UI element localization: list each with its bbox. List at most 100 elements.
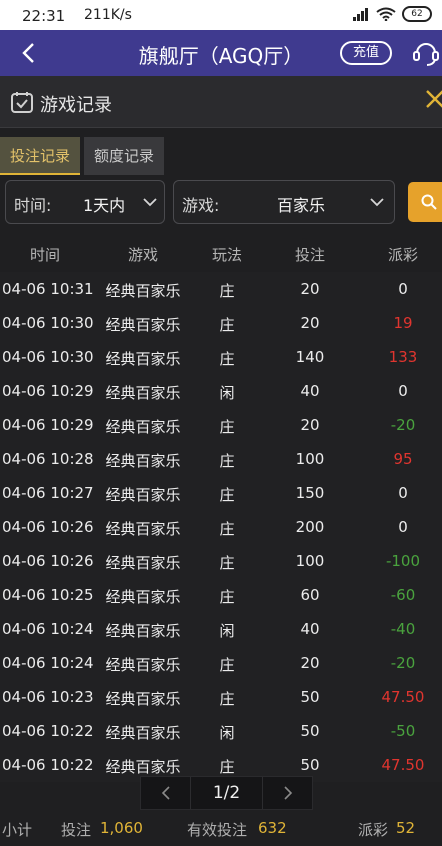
chevron-down-icon — [143, 198, 157, 207]
cell-time: 04-06 10:29 — [2, 382, 94, 400]
time-filter-value: 1天内 — [83, 196, 126, 215]
cell-time: 04-06 10:24 — [2, 654, 94, 672]
table-row: 04-06 10:24 经典百家乐 闲 40 -40 — [0, 612, 442, 646]
cell-time: 04-06 10:24 — [2, 620, 94, 638]
payout-total-label: 派彩 — [358, 821, 389, 839]
next-page-button[interactable] — [262, 777, 312, 809]
table-row: 04-06 10:26 经典百家乐 庄 100 -100 — [0, 544, 442, 578]
cell-bet: 20 — [300, 314, 320, 332]
panel-title: 游戏记录 — [40, 95, 112, 116]
cell-game: 经典百家乐 — [105, 758, 181, 776]
game-record-header: 游戏记录 — [0, 76, 442, 128]
search-button[interactable] — [408, 182, 442, 222]
subtotal-label: 小计 — [2, 821, 33, 839]
cell-play: 庄 — [219, 316, 235, 334]
cell-bet: 50 — [300, 688, 320, 706]
cell-bet: 100 — [295, 450, 325, 468]
cell-play: 闲 — [219, 622, 235, 640]
cell-play: 闲 — [219, 724, 235, 742]
cell-game: 经典百家乐 — [105, 622, 181, 640]
cell-play: 闲 — [219, 384, 235, 402]
cell-time: 04-06 10:29 — [2, 416, 94, 434]
cell-game: 经典百家乐 — [105, 724, 181, 742]
bet-total-value: 1,060 — [100, 819, 143, 837]
table-row: 04-06 10:30 经典百家乐 庄 140 133 — [0, 340, 442, 374]
cell-play: 庄 — [219, 486, 235, 504]
payout-total-value: 52 — [396, 819, 416, 837]
cell-game: 经典百家乐 — [105, 452, 181, 470]
cell-game: 经典百家乐 — [105, 316, 181, 334]
cell-payout: 0 — [398, 280, 408, 298]
bet-records-table[interactable]: 04-06 10:31 经典百家乐庄 20 0 04-06 10:30 经典百家乐庄 20 1… — [0, 272, 442, 782]
valid-bet-value: 632 — [258, 819, 287, 837]
title-bar: 旗舰厅（AGQ厅） 充值 — [0, 30, 442, 76]
calendar-check-icon — [11, 92, 33, 113]
page-indicator: 1/2 — [212, 783, 241, 803]
cell-time: 04-06 10:26 — [2, 552, 94, 570]
cell-play: 庄 — [219, 690, 235, 708]
cell-bet: 20 — [300, 416, 320, 434]
time-filter-label: 时间: — [14, 196, 52, 215]
cell-payout: 47.50 — [381, 688, 425, 706]
cell-play: 庄 — [219, 418, 235, 436]
cell-payout: -20 — [390, 416, 416, 434]
cell-payout: -40 — [390, 620, 416, 638]
cell-payout: 133 — [388, 348, 418, 366]
cell-time: 04-06 10:22 — [2, 756, 94, 774]
cell-game: 经典百家乐 — [105, 588, 181, 606]
header-bet: 投注 — [294, 246, 325, 264]
cell-play: 庄 — [219, 520, 235, 538]
cell-time: 04-06 10:28 — [2, 450, 94, 468]
header-play: 玩法 — [211, 246, 242, 264]
cell-game: 经典百家乐 — [105, 418, 181, 436]
cell-bet: 60 — [300, 586, 320, 604]
chevron-down-icon — [370, 198, 384, 207]
summary-bar: 小计 投注 1,060 有效投注 632 派彩 52 — [0, 812, 442, 846]
recharge-button[interactable]: 充值 — [340, 41, 392, 65]
pagination: 1/2 — [140, 776, 313, 810]
cell-time: 04-06 10:30 — [2, 348, 94, 366]
header-payout: 派彩 — [387, 246, 418, 264]
cell-play: 庄 — [219, 452, 235, 470]
cell-bet: 150 — [295, 484, 325, 502]
cell-bet: 140 — [295, 348, 325, 366]
cell-play: 庄 — [219, 656, 235, 674]
table-row: 04-06 10:24 经典百家乐 庄 20 -20 — [0, 646, 442, 680]
table-row: 04-06 10:22 经典百家乐 闲 50 -50 — [0, 714, 442, 748]
header-game: 游戏 — [127, 246, 158, 264]
wifi-icon — [376, 7, 396, 21]
game-filter-value: 百家乐 — [277, 196, 326, 215]
cell-play: 庄 — [219, 282, 235, 300]
cell-payout: 0 — [398, 382, 408, 400]
prev-page-button[interactable] — [141, 777, 191, 809]
game-filter-label: 游戏: — [182, 196, 220, 215]
cell-bet: 50 — [300, 722, 320, 740]
cell-payout: 0 — [398, 518, 408, 536]
cell-payout: -20 — [390, 654, 416, 672]
cell-game: 经典百家乐 — [105, 520, 181, 538]
chevron-right-icon — [284, 786, 293, 800]
cell-time: 04-06 10:25 — [2, 586, 94, 604]
cell-payout: 95 — [393, 450, 413, 468]
table-row: 04-06 10:28 经典百家乐 庄 100 95 — [0, 442, 442, 476]
time-filter-select[interactable]: 时间: 1天内 — [5, 180, 165, 224]
tab-credit-records[interactable]: 额度记录 — [84, 137, 164, 175]
status-time: 22:31 — [22, 7, 66, 25]
table-row: 04-06 10:30 经典百家乐 庄 20 19 — [0, 306, 442, 340]
tab-bet-records[interactable]: 投注记录 — [0, 137, 80, 175]
bet-total-label: 投注 — [61, 821, 92, 839]
search-icon — [421, 194, 437, 210]
cell-payout: -60 — [390, 586, 416, 604]
close-icon[interactable] — [424, 88, 442, 110]
cell-bet: 40 — [300, 620, 320, 638]
status-icons: 62 — [352, 6, 432, 22]
cell-time: 04-06 10:26 — [2, 518, 94, 536]
customer-service-icon[interactable] — [411, 38, 441, 68]
table-row: 04-06 10:25 经典百家乐 庄 60 -60 — [0, 578, 442, 612]
game-filter-select[interactable]: 游戏: 百家乐 — [173, 180, 395, 224]
table-row: 04-06 10:31 经典百家乐 庄 20 0 — [0, 272, 442, 306]
table-row: 04-06 10:23 经典百家乐 庄 50 47.50 — [0, 680, 442, 714]
cell-game: 经典百家乐 — [105, 690, 181, 708]
cell-time: 04-06 10:22 — [2, 722, 94, 740]
cell-bet: 100 — [295, 552, 325, 570]
